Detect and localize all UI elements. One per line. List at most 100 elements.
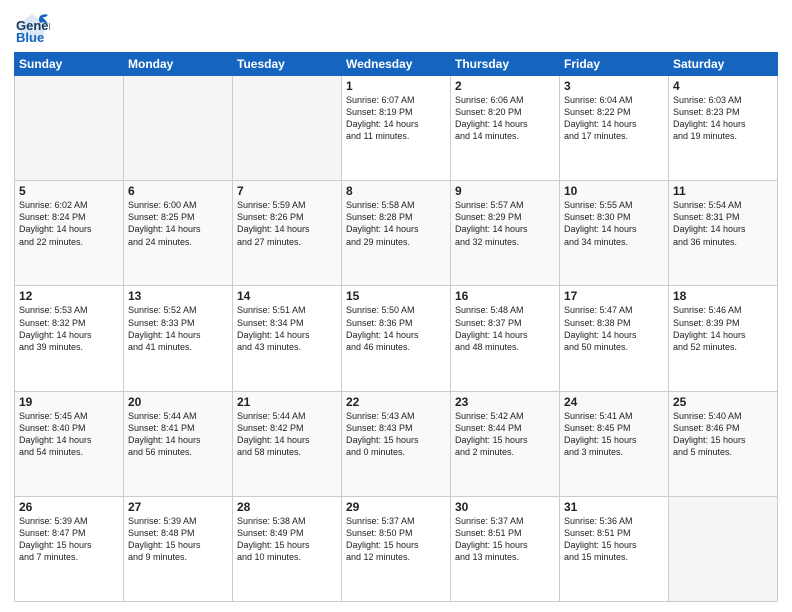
day-info: Sunrise: 5:37 AM Sunset: 8:50 PM Dayligh… xyxy=(346,515,446,564)
calendar-cell: 28Sunrise: 5:38 AM Sunset: 8:49 PM Dayli… xyxy=(233,496,342,601)
day-number: 18 xyxy=(673,289,773,303)
calendar-cell: 20Sunrise: 5:44 AM Sunset: 8:41 PM Dayli… xyxy=(124,391,233,496)
calendar-cell: 3Sunrise: 6:04 AM Sunset: 8:22 PM Daylig… xyxy=(560,76,669,181)
calendar-cell: 21Sunrise: 5:44 AM Sunset: 8:42 PM Dayli… xyxy=(233,391,342,496)
day-number: 1 xyxy=(346,79,446,93)
day-number: 29 xyxy=(346,500,446,514)
calendar-cell: 31Sunrise: 5:36 AM Sunset: 8:51 PM Dayli… xyxy=(560,496,669,601)
day-info: Sunrise: 5:41 AM Sunset: 8:45 PM Dayligh… xyxy=(564,410,664,459)
week-row-4: 26Sunrise: 5:39 AM Sunset: 8:47 PM Dayli… xyxy=(15,496,778,601)
day-number: 2 xyxy=(455,79,555,93)
day-info: Sunrise: 5:39 AM Sunset: 8:47 PM Dayligh… xyxy=(19,515,119,564)
day-info: Sunrise: 5:48 AM Sunset: 8:37 PM Dayligh… xyxy=(455,304,555,353)
day-number: 14 xyxy=(237,289,337,303)
day-info: Sunrise: 5:43 AM Sunset: 8:43 PM Dayligh… xyxy=(346,410,446,459)
day-number: 6 xyxy=(128,184,228,198)
day-number: 3 xyxy=(564,79,664,93)
day-info: Sunrise: 5:39 AM Sunset: 8:48 PM Dayligh… xyxy=(128,515,228,564)
day-info: Sunrise: 5:47 AM Sunset: 8:38 PM Dayligh… xyxy=(564,304,664,353)
day-info: Sunrise: 6:03 AM Sunset: 8:23 PM Dayligh… xyxy=(673,94,773,143)
day-number: 8 xyxy=(346,184,446,198)
day-info: Sunrise: 5:38 AM Sunset: 8:49 PM Dayligh… xyxy=(237,515,337,564)
day-info: Sunrise: 5:53 AM Sunset: 8:32 PM Dayligh… xyxy=(19,304,119,353)
calendar-cell: 5Sunrise: 6:02 AM Sunset: 8:24 PM Daylig… xyxy=(15,181,124,286)
day-info: Sunrise: 5:58 AM Sunset: 8:28 PM Dayligh… xyxy=(346,199,446,248)
day-info: Sunrise: 6:04 AM Sunset: 8:22 PM Dayligh… xyxy=(564,94,664,143)
day-number: 20 xyxy=(128,395,228,409)
logo-icon: General Blue xyxy=(14,10,50,46)
calendar-cell: 9Sunrise: 5:57 AM Sunset: 8:29 PM Daylig… xyxy=(451,181,560,286)
day-info: Sunrise: 6:07 AM Sunset: 8:19 PM Dayligh… xyxy=(346,94,446,143)
day-number: 27 xyxy=(128,500,228,514)
calendar: SundayMondayTuesdayWednesdayThursdayFrid… xyxy=(14,52,778,602)
day-info: Sunrise: 5:37 AM Sunset: 8:51 PM Dayligh… xyxy=(455,515,555,564)
day-number: 25 xyxy=(673,395,773,409)
day-info: Sunrise: 5:46 AM Sunset: 8:39 PM Dayligh… xyxy=(673,304,773,353)
day-number: 10 xyxy=(564,184,664,198)
calendar-cell xyxy=(15,76,124,181)
page: General Blue SundayMondayTuesdayWednesda… xyxy=(0,0,792,612)
weekday-header-tuesday: Tuesday xyxy=(233,53,342,76)
calendar-cell: 6Sunrise: 6:00 AM Sunset: 8:25 PM Daylig… xyxy=(124,181,233,286)
day-number: 26 xyxy=(19,500,119,514)
day-info: Sunrise: 5:42 AM Sunset: 8:44 PM Dayligh… xyxy=(455,410,555,459)
week-row-3: 19Sunrise: 5:45 AM Sunset: 8:40 PM Dayli… xyxy=(15,391,778,496)
calendar-cell: 22Sunrise: 5:43 AM Sunset: 8:43 PM Dayli… xyxy=(342,391,451,496)
day-info: Sunrise: 5:44 AM Sunset: 8:41 PM Dayligh… xyxy=(128,410,228,459)
day-number: 11 xyxy=(673,184,773,198)
day-info: Sunrise: 5:51 AM Sunset: 8:34 PM Dayligh… xyxy=(237,304,337,353)
calendar-cell: 14Sunrise: 5:51 AM Sunset: 8:34 PM Dayli… xyxy=(233,286,342,391)
day-number: 9 xyxy=(455,184,555,198)
week-row-0: 1Sunrise: 6:07 AM Sunset: 8:19 PM Daylig… xyxy=(15,76,778,181)
calendar-cell: 18Sunrise: 5:46 AM Sunset: 8:39 PM Dayli… xyxy=(669,286,778,391)
day-info: Sunrise: 5:52 AM Sunset: 8:33 PM Dayligh… xyxy=(128,304,228,353)
week-row-2: 12Sunrise: 5:53 AM Sunset: 8:32 PM Dayli… xyxy=(15,286,778,391)
day-number: 4 xyxy=(673,79,773,93)
calendar-cell: 19Sunrise: 5:45 AM Sunset: 8:40 PM Dayli… xyxy=(15,391,124,496)
calendar-cell: 30Sunrise: 5:37 AM Sunset: 8:51 PM Dayli… xyxy=(451,496,560,601)
calendar-cell: 25Sunrise: 5:40 AM Sunset: 8:46 PM Dayli… xyxy=(669,391,778,496)
calendar-cell: 2Sunrise: 6:06 AM Sunset: 8:20 PM Daylig… xyxy=(451,76,560,181)
week-row-1: 5Sunrise: 6:02 AM Sunset: 8:24 PM Daylig… xyxy=(15,181,778,286)
day-info: Sunrise: 5:59 AM Sunset: 8:26 PM Dayligh… xyxy=(237,199,337,248)
day-info: Sunrise: 5:57 AM Sunset: 8:29 PM Dayligh… xyxy=(455,199,555,248)
day-info: Sunrise: 5:55 AM Sunset: 8:30 PM Dayligh… xyxy=(564,199,664,248)
calendar-cell: 13Sunrise: 5:52 AM Sunset: 8:33 PM Dayli… xyxy=(124,286,233,391)
day-info: Sunrise: 6:00 AM Sunset: 8:25 PM Dayligh… xyxy=(128,199,228,248)
day-number: 7 xyxy=(237,184,337,198)
weekday-header-thursday: Thursday xyxy=(451,53,560,76)
day-number: 16 xyxy=(455,289,555,303)
calendar-cell xyxy=(233,76,342,181)
day-number: 31 xyxy=(564,500,664,514)
day-number: 17 xyxy=(564,289,664,303)
svg-text:Blue: Blue xyxy=(16,30,44,45)
day-info: Sunrise: 5:36 AM Sunset: 8:51 PM Dayligh… xyxy=(564,515,664,564)
day-number: 30 xyxy=(455,500,555,514)
calendar-cell: 16Sunrise: 5:48 AM Sunset: 8:37 PM Dayli… xyxy=(451,286,560,391)
calendar-body: 1Sunrise: 6:07 AM Sunset: 8:19 PM Daylig… xyxy=(15,76,778,602)
weekday-header-row: SundayMondayTuesdayWednesdayThursdayFrid… xyxy=(15,53,778,76)
calendar-cell: 8Sunrise: 5:58 AM Sunset: 8:28 PM Daylig… xyxy=(342,181,451,286)
calendar-cell xyxy=(124,76,233,181)
calendar-cell: 1Sunrise: 6:07 AM Sunset: 8:19 PM Daylig… xyxy=(342,76,451,181)
day-number: 21 xyxy=(237,395,337,409)
weekday-header-saturday: Saturday xyxy=(669,53,778,76)
weekday-header-sunday: Sunday xyxy=(15,53,124,76)
day-number: 24 xyxy=(564,395,664,409)
day-number: 22 xyxy=(346,395,446,409)
day-info: Sunrise: 6:06 AM Sunset: 8:20 PM Dayligh… xyxy=(455,94,555,143)
calendar-cell: 12Sunrise: 5:53 AM Sunset: 8:32 PM Dayli… xyxy=(15,286,124,391)
day-number: 12 xyxy=(19,289,119,303)
calendar-cell: 7Sunrise: 5:59 AM Sunset: 8:26 PM Daylig… xyxy=(233,181,342,286)
day-info: Sunrise: 5:44 AM Sunset: 8:42 PM Dayligh… xyxy=(237,410,337,459)
day-info: Sunrise: 5:54 AM Sunset: 8:31 PM Dayligh… xyxy=(673,199,773,248)
calendar-cell: 29Sunrise: 5:37 AM Sunset: 8:50 PM Dayli… xyxy=(342,496,451,601)
weekday-header-monday: Monday xyxy=(124,53,233,76)
day-info: Sunrise: 5:50 AM Sunset: 8:36 PM Dayligh… xyxy=(346,304,446,353)
day-number: 19 xyxy=(19,395,119,409)
weekday-header-friday: Friday xyxy=(560,53,669,76)
calendar-cell: 23Sunrise: 5:42 AM Sunset: 8:44 PM Dayli… xyxy=(451,391,560,496)
header: General Blue xyxy=(14,10,778,46)
day-info: Sunrise: 6:02 AM Sunset: 8:24 PM Dayligh… xyxy=(19,199,119,248)
logo: General Blue xyxy=(14,10,54,46)
